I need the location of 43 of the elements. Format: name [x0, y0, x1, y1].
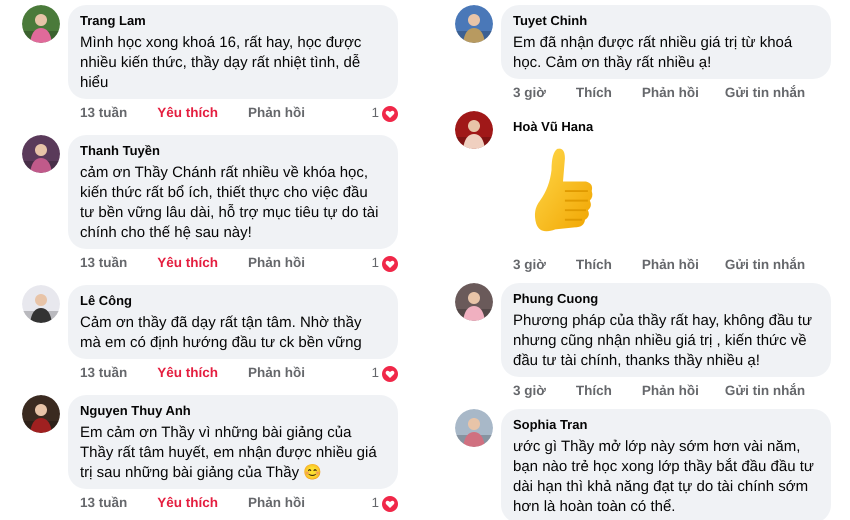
comment-text: Mình học xong khoá 16, rất hay, học được nhiều kiến thức, thầy dạy rất nhiệt tình, dễ hiểu [80, 33, 362, 93]
reaction-count: 1 [371, 254, 379, 272]
send-message-button[interactable]: Gửi tin nhắn [724, 83, 806, 104]
reply-button[interactable]: Phản hồi [248, 493, 306, 514]
comment-time: 13 tuần [80, 364, 128, 382]
author-name: Tuyet Chinh [513, 13, 588, 28]
comment-text: Phương pháp của thầy rất hay, không đầu tư nhưng cũng nhận nhiều giá trị , kiến thức về đầu tư tài chính, thanks thầy nhiều ạ! [513, 311, 814, 371]
like-button[interactable]: Yêu thích [157, 103, 218, 124]
like-button[interactable]: Thích [576, 381, 612, 402]
like-button[interactable]: Yêu thích [157, 363, 218, 384]
comment-text: Cảm ơn thầy đã dạy rất tận tâm. Nhờ thầy mà em có định hướng đầu tư ck bền vững [80, 313, 363, 353]
comment-text: cảm ơn Thầy Chánh rất nhiều về khóa học, kiến thức rất bổ ích, thiết thực cho việc đầu tư bền vững lâu dài, hỗ trợ mục tiêu tự do tài chính cho thế hệ sau này! [80, 163, 380, 243]
author-name: Trang Lam [80, 13, 146, 28]
comment-time: 13 tuần [80, 494, 128, 512]
like-button[interactable]: Yêu thích [157, 493, 218, 514]
author-name: Phung Cuong [513, 291, 598, 306]
comment-time: 3 giờ [513, 382, 546, 400]
comment-text: Em đã nhận được rất nhiều giá trị từ khoá học. Cảm ơn thầy rất nhiều ạ! [513, 33, 794, 73]
reply-button[interactable]: Phản hồi [248, 253, 306, 274]
send-message-button[interactable]: Gửi tin nhắn [724, 381, 806, 402]
author-name: Sophia Tran [513, 417, 588, 432]
reply-button[interactable]: Phản hồi [642, 83, 699, 104]
comment-text: ước gì Thầy mở lớp này sớm hơn vài năm, bạn nào trẻ học xong lớp thầy bắt đầu đầu tư dài hạn thì khả năng đạt tự do tài chính sớm hơn là hoàn toàn có thể. [513, 437, 815, 517]
reaction-count: 1 [371, 104, 379, 122]
like-button[interactable]: Thích [576, 83, 612, 104]
author-name: Nguyen Thuy Anh [80, 403, 191, 418]
reply-button[interactable]: Phản hồi [248, 363, 306, 384]
comment-text: Em cảm ơn Thầy vì những bài giảng của Thầy rất tâm huyết, em nhận được nhiều giá trị sau những bài giảng của Thầy 😊 [80, 423, 378, 483]
comment-time: 3 giờ [513, 256, 546, 274]
comment-time: 13 tuần [80, 254, 128, 272]
comment-time: 13 tuần [80, 104, 128, 122]
like-button[interactable]: Yêu thích [157, 253, 218, 274]
reaction-count: 1 [371, 364, 379, 382]
reply-button[interactable]: Phản hồi [642, 381, 699, 402]
like-button[interactable]: Thích [576, 255, 612, 276]
reply-button[interactable]: Phản hồi [642, 255, 699, 276]
reply-button[interactable]: Phản hồi [248, 103, 306, 124]
send-message-button[interactable]: Gửi tin nhắn [724, 255, 806, 276]
author-name: Thanh Tuyền [80, 143, 160, 158]
comment-time: 3 giờ [513, 84, 546, 102]
author-name: Lê Công [80, 293, 132, 308]
author-name: Hoà Vũ Hana [513, 119, 594, 135]
reaction-count: 1 [371, 494, 379, 512]
